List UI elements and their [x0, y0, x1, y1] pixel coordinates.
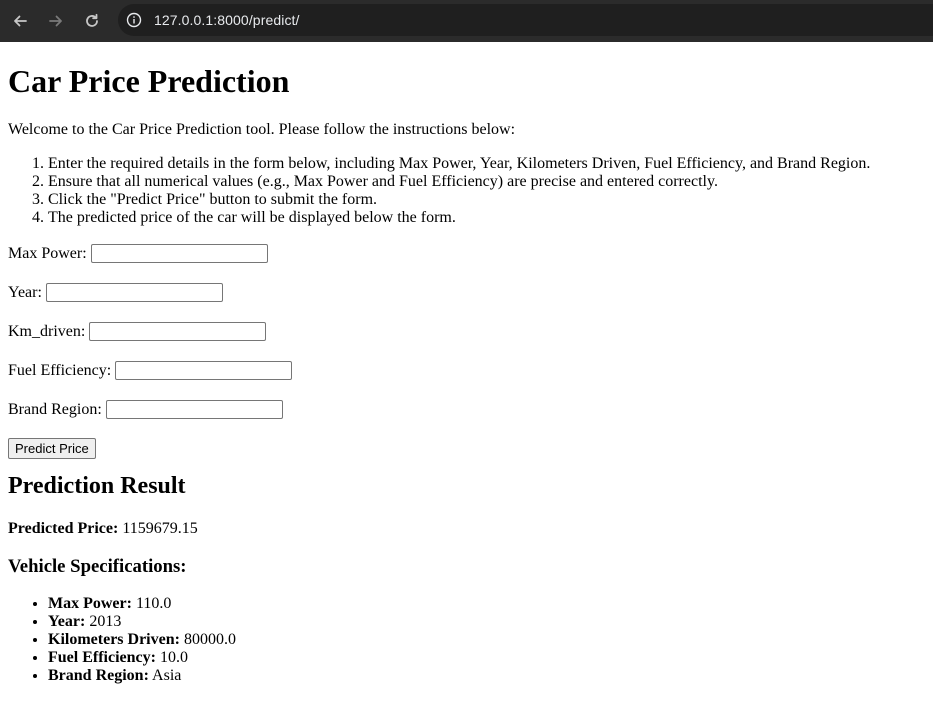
- page-content: Car Price Prediction Welcome to the Car …: [0, 63, 933, 685]
- spec-label: Fuel Efficiency:: [48, 649, 156, 666]
- arrow-left-icon: [14, 15, 27, 27]
- fuel-efficiency-label: Fuel Efficiency:: [8, 361, 112, 379]
- max-power-input[interactable]: [90, 244, 268, 263]
- intro-text: Welcome to the Car Price Prediction tool…: [8, 121, 516, 138]
- instructions-list: Enter the required details in the form b…: [8, 155, 925, 227]
- reload-button[interactable]: [78, 7, 106, 35]
- km-driven-row: Km_driven:: [8, 321, 925, 342]
- year-label: Year:: [8, 283, 42, 301]
- spec-item: Max Power: 110.0: [48, 595, 925, 613]
- year-row: Year:: [8, 282, 925, 303]
- spec-item: Fuel Efficiency: 10.0: [48, 649, 925, 667]
- predicted-price-label: Predicted Price:: [8, 520, 119, 537]
- specs-heading: Vehicle Specifications:: [8, 556, 187, 577]
- spec-value: 80000.0: [183, 631, 236, 648]
- browser-toolbar: 127.0.0.1:8000/predict/: [0, 0, 933, 42]
- instruction-item: Enter the required details in the form b…: [48, 155, 925, 173]
- arrow-right-icon: [49, 15, 62, 27]
- url-text: 127.0.0.1:8000/predict/: [154, 12, 300, 28]
- instruction-item: Click the "Predict Price" button to subm…: [48, 191, 925, 209]
- km-driven-input[interactable]: [89, 322, 267, 341]
- submit-row: Predict Price: [8, 438, 925, 459]
- fuel-efficiency-row: Fuel Efficiency:: [8, 360, 925, 381]
- spec-value: 10.0: [159, 649, 188, 666]
- forward-button[interactable]: [42, 7, 70, 35]
- fuel-efficiency-input[interactable]: [115, 361, 293, 380]
- spec-item: Kilometers Driven: 80000.0: [48, 631, 925, 649]
- instruction-item: Ensure that all numerical values (e.g., …: [48, 173, 925, 191]
- km-driven-label: Km_driven:: [8, 322, 86, 340]
- back-button[interactable]: [6, 7, 34, 35]
- spec-label: Year:: [48, 613, 86, 630]
- predicted-price: Predicted Price: 1159679.15: [8, 520, 925, 538]
- instruction-item: The predicted price of the car will be d…: [48, 209, 925, 227]
- brand-region-row: Brand Region:: [8, 399, 925, 420]
- spec-item: Brand Region: Asia: [48, 667, 925, 685]
- spec-value: 110.0: [135, 595, 172, 612]
- spec-label: Max Power:: [48, 595, 132, 612]
- page-title: Car Price Prediction: [8, 63, 290, 99]
- max-power-row: Max Power:: [8, 243, 925, 264]
- spec-item: Year: 2013: [48, 613, 925, 631]
- predicted-price-value: 1159679.15: [122, 520, 198, 537]
- year-input[interactable]: [45, 283, 223, 302]
- spec-value: 2013: [89, 613, 122, 630]
- spec-label: Kilometers Driven:: [48, 631, 180, 648]
- brand-region-input[interactable]: [105, 400, 283, 419]
- site-info-icon[interactable]: [126, 12, 142, 28]
- max-power-label: Max Power:: [8, 244, 87, 262]
- specs-list: Max Power: 110.0 Year: 2013 Kilometers D…: [8, 595, 925, 685]
- spec-label: Brand Region:: [48, 667, 149, 684]
- result-heading: Prediction Result: [8, 473, 186, 499]
- brand-region-label: Brand Region:: [8, 400, 102, 418]
- predict-price-button[interactable]: Predict Price: [8, 438, 96, 459]
- spec-value: Asia: [152, 667, 182, 684]
- reload-icon: [86, 13, 98, 27]
- prediction-form: Max Power: Year: Km_driven: Fuel Efficie…: [8, 243, 925, 459]
- address-bar[interactable]: 127.0.0.1:8000/predict/: [118, 4, 933, 36]
